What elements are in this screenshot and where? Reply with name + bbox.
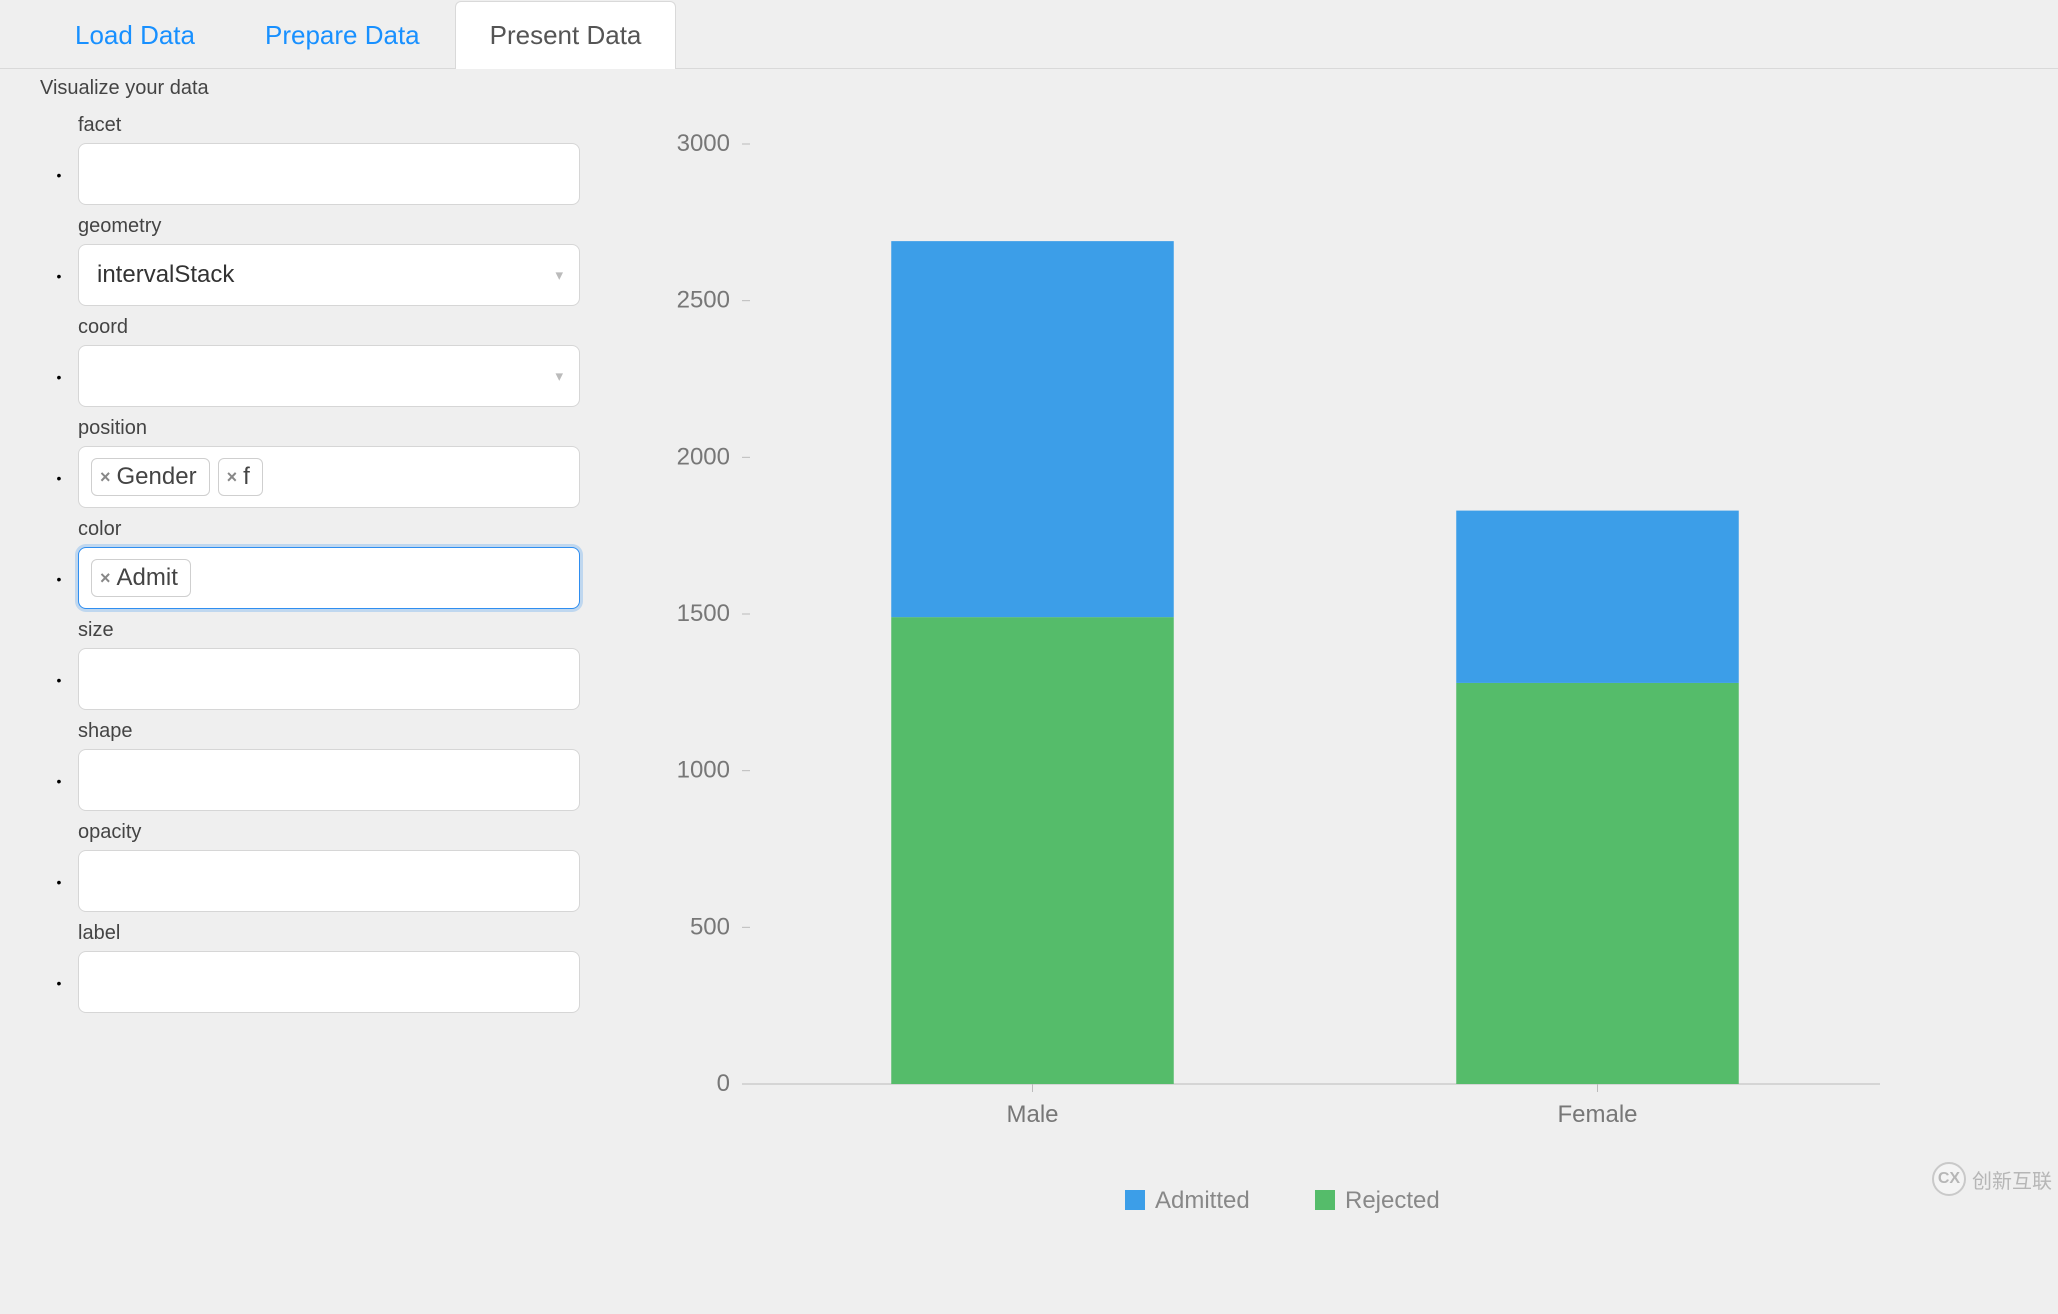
subtitle: Visualize your data (0, 69, 2058, 100)
bullet-icon (40, 369, 78, 407)
field-coord-input[interactable]: ▾ (78, 345, 580, 407)
y-tick-label: 2000 (677, 443, 730, 470)
tab-load-data[interactable]: Load Data (40, 1, 230, 69)
tag-position-f[interactable]: ×f (218, 458, 263, 496)
aesthetics-panel: facet geometry intervalStack ▾ coord ▾ positio… (40, 104, 580, 1274)
field-size-input[interactable] (78, 648, 580, 710)
tag-label: f (243, 463, 250, 491)
field-label-opacity: opacity (78, 821, 580, 844)
y-tick-label: 1500 (677, 600, 730, 627)
field-position-input[interactable]: ×Gender×f (78, 446, 580, 508)
tag-label: Admit (117, 564, 178, 592)
bullet-icon (40, 571, 78, 609)
bar-segment (1456, 511, 1739, 683)
y-tick-label: 0 (717, 1070, 730, 1097)
field-label-color: color (78, 518, 580, 541)
field-label-label: label (78, 922, 580, 945)
field-label-geometry: geometry (78, 215, 580, 238)
tab-present-data[interactable]: Present Data (455, 1, 677, 69)
close-icon[interactable]: × (100, 468, 111, 486)
legend-label[interactable]: Admitted (1155, 1187, 1250, 1214)
bar-segment (891, 617, 1174, 1084)
bullet-icon (40, 470, 78, 508)
tag-label: Gender (117, 463, 197, 491)
legend-label[interactable]: Rejected (1345, 1187, 1440, 1214)
field-label-shape: shape (78, 720, 580, 743)
field-label-size: size (78, 619, 580, 642)
bar-segment (1456, 683, 1739, 1084)
tab-prepare-data[interactable]: Prepare Data (230, 1, 455, 69)
chart-area: 0 500 1000 1500 2000 2500 3000 Male Female Admitt… (620, 104, 2018, 1274)
close-icon[interactable]: × (100, 569, 111, 587)
x-tick-label: Female (1557, 1101, 1637, 1128)
y-tick-label: 500 (690, 913, 730, 940)
field-shape-input[interactable] (78, 749, 580, 811)
tag-position-gender[interactable]: × Gender (91, 458, 210, 496)
x-tick-label: Male (1006, 1101, 1058, 1128)
bar-segment (891, 241, 1174, 617)
bullet-icon (40, 975, 78, 1013)
tabs-bar: Load DataPrepare DataPresent Data (0, 0, 2058, 69)
y-tick-label: 3000 (677, 130, 730, 157)
bullet-icon (40, 672, 78, 710)
field-label-position: position (78, 417, 580, 440)
close-icon[interactable]: × (227, 468, 238, 486)
legend-swatch (1125, 1190, 1145, 1210)
field-label-facet: facet (78, 114, 580, 137)
field-facet-input[interactable] (78, 143, 580, 205)
chevron-down-icon: ▾ (555, 367, 563, 385)
field-label-coord: coord (78, 316, 580, 339)
bullet-icon (40, 167, 78, 205)
tag-color-admit[interactable]: × Admit (91, 559, 191, 597)
bullet-icon (40, 874, 78, 912)
field-opacity-input[interactable] (78, 850, 580, 912)
chevron-down-icon: ▾ (555, 266, 563, 284)
y-tick-label: 2500 (677, 287, 730, 314)
y-tick-label: 1000 (677, 757, 730, 784)
field-geometry-input[interactable]: intervalStack ▾ (78, 244, 580, 306)
legend-swatch (1315, 1190, 1335, 1210)
bullet-icon (40, 773, 78, 811)
field-label-input[interactable] (78, 951, 580, 1013)
stacked-bar-chart: 0 500 1000 1500 2000 2500 3000 Male Female Admitt… (620, 124, 1920, 1274)
field-geometry-value: intervalStack (91, 261, 234, 289)
field-color-input[interactable]: × Admit (78, 547, 580, 609)
bullet-icon (40, 268, 78, 306)
